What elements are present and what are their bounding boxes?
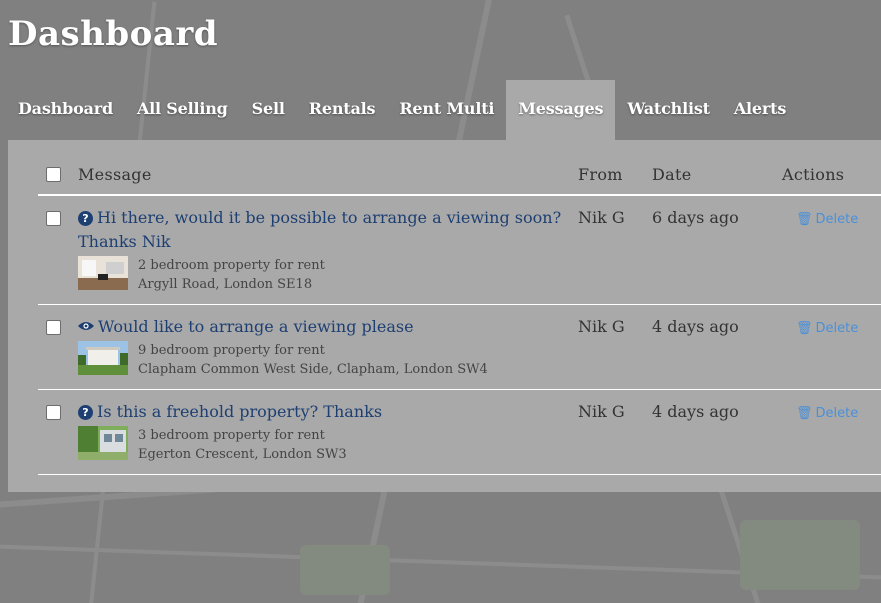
message-from: Nik G xyxy=(578,402,625,421)
tab-watchlist[interactable]: Watchlist xyxy=(615,80,721,140)
table-row: ? Is this a freehold property? Thanks 3 b… xyxy=(38,389,881,475)
header-actions: Actions xyxy=(776,154,881,196)
page-title: Dashboard xyxy=(8,14,219,54)
property-summary: 3 bedroom property for rent Egerton Cres… xyxy=(78,426,572,464)
trash-icon: 🗑 xyxy=(796,212,813,227)
table-header-row: Message From Date Actions xyxy=(38,154,881,196)
message-date: 6 days ago xyxy=(652,208,739,227)
row-checkbox[interactable] xyxy=(46,320,61,335)
property-type: 3 bedroom property for rent xyxy=(138,428,325,443)
trash-icon: 🗑 xyxy=(796,406,813,421)
messages-table: Message From Date Actions ? Hi there, wou… xyxy=(38,154,881,475)
message-date: 4 days ago xyxy=(652,402,739,421)
tab-alerts[interactable]: Alerts xyxy=(722,80,798,140)
message-subject-text: Would like to arrange a viewing please xyxy=(98,317,414,336)
message-subject-text: Is this a freehold property? Thanks xyxy=(97,402,383,421)
messages-panel: Message From Date Actions ? Hi there, wou… xyxy=(8,140,881,492)
property-thumbnail[interactable] xyxy=(78,256,128,290)
question-circle-icon: ? xyxy=(78,211,93,226)
tab-dashboard[interactable]: Dashboard xyxy=(6,80,125,140)
table-row: Would like to arrange a viewing please 9… xyxy=(38,304,881,390)
header-message: Message xyxy=(72,154,572,196)
property-thumbnail[interactable] xyxy=(78,426,128,460)
select-all-checkbox[interactable] xyxy=(46,166,61,182)
property-type: 9 bedroom property for rent xyxy=(138,343,325,358)
nav-tabs: Dashboard All Selling Sell Rentals Rent … xyxy=(6,80,798,140)
property-address: Clapham Common West Side, Clapham, Londo… xyxy=(138,362,488,377)
message-from: Nik G xyxy=(578,208,625,227)
property-thumbnail[interactable] xyxy=(78,341,128,375)
delete-button[interactable]: 🗑 Delete xyxy=(782,402,858,426)
delete-button[interactable]: 🗑 Delete xyxy=(782,317,858,341)
row-checkbox[interactable] xyxy=(46,211,61,226)
message-subject-text: Hi there, would it be possible to arrang… xyxy=(78,208,562,251)
header-date: Date xyxy=(646,154,776,196)
property-address: Argyll Road, London SE18 xyxy=(138,277,313,292)
tab-all-selling[interactable]: All Selling xyxy=(125,80,240,140)
message-subject-link[interactable]: Would like to arrange a viewing please xyxy=(78,315,572,339)
header-from: From xyxy=(572,154,646,196)
property-address: Egerton Crescent, London SW3 xyxy=(138,447,347,462)
property-summary: 9 bedroom property for rent Clapham Comm… xyxy=(78,341,572,379)
property-type: 2 bedroom property for rent xyxy=(138,258,325,273)
row-checkbox[interactable] xyxy=(46,405,61,420)
tab-sell[interactable]: Sell xyxy=(240,80,297,140)
eye-icon xyxy=(78,322,94,330)
table-row: ? Hi there, would it be possible to arran… xyxy=(38,195,881,305)
tab-rent-multi[interactable]: Rent Multi xyxy=(387,80,506,140)
delete-button[interactable]: 🗑 Delete xyxy=(782,208,858,232)
message-date: 4 days ago xyxy=(652,317,739,336)
tab-messages[interactable]: Messages xyxy=(506,80,616,140)
message-subject-link[interactable]: ? Is this a freehold property? Thanks xyxy=(78,400,572,424)
trash-icon: 🗑 xyxy=(796,321,813,336)
tab-rentals[interactable]: Rentals xyxy=(297,80,388,140)
question-circle-icon: ? xyxy=(78,405,93,420)
property-summary: 2 bedroom property for rent Argyll Road,… xyxy=(78,256,572,294)
message-subject-link[interactable]: ? Hi there, would it be possible to arran… xyxy=(78,206,572,254)
message-from: Nik G xyxy=(578,317,625,336)
